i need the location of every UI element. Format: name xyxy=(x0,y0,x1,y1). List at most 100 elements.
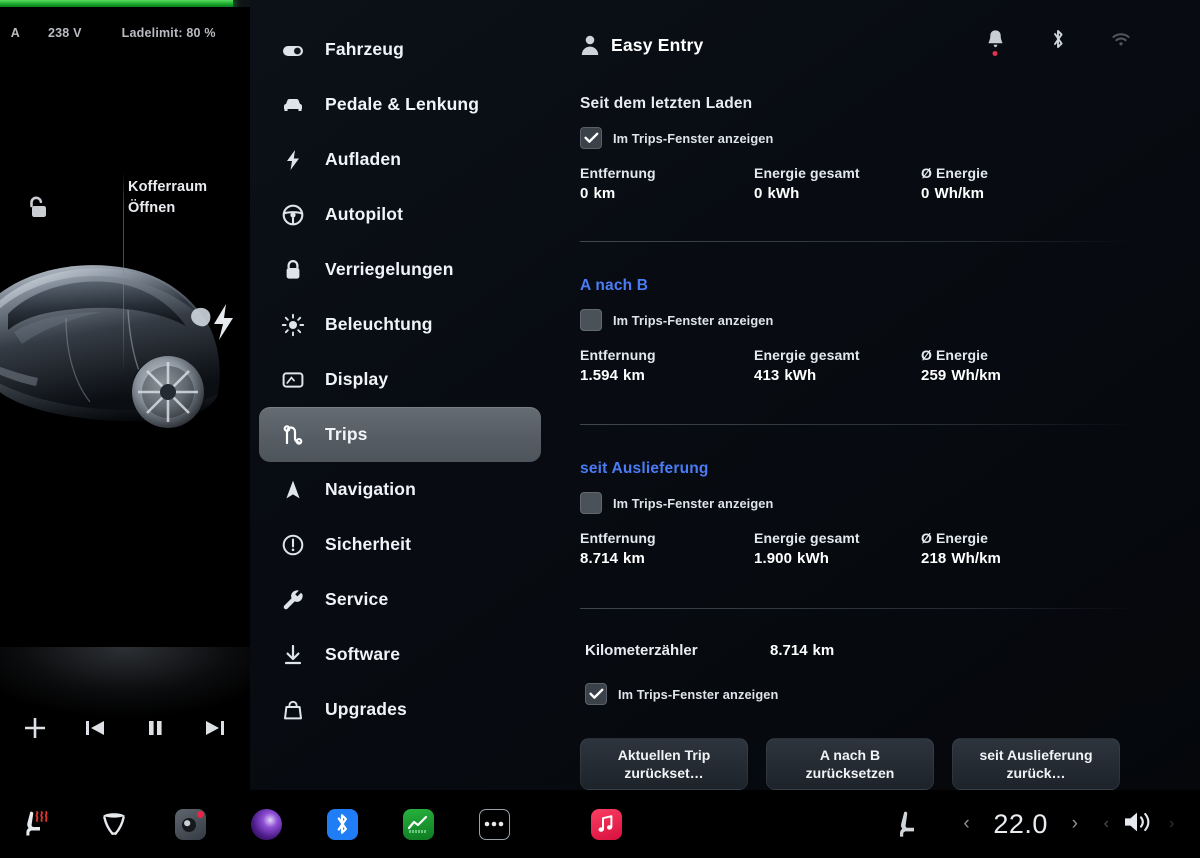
energy-app-button[interactable] xyxy=(380,790,456,858)
show-in-trips-label: Im Trips-Fenster anzeigen xyxy=(613,495,774,511)
music-app-icon xyxy=(590,808,622,840)
sidebar-label: Service xyxy=(325,589,389,609)
profile-name[interactable]: Easy Entry xyxy=(611,35,703,56)
download-icon xyxy=(281,643,305,667)
reset-a-to-b-button[interactable]: A nach Bzurücksetzen xyxy=(766,738,934,790)
stat-label: Entfernung xyxy=(580,165,656,181)
sidebar-item-fahrzeug[interactable]: Fahrzeug xyxy=(259,22,541,77)
amperage-readout: A xyxy=(10,26,20,40)
section-title[interactable]: seit Auslieferung xyxy=(580,460,1180,478)
wiper-button[interactable] xyxy=(76,790,152,858)
sidebar-item-beleuchtung[interactable]: Beleuchtung xyxy=(259,297,541,352)
sidebar-label: Upgrades xyxy=(325,699,407,719)
section-title: Seit dem letzten Laden xyxy=(580,95,753,112)
odometer-show-in-trips-label: Im Trips-Fenster anzeigen xyxy=(618,686,779,702)
sidebar-label: Display xyxy=(325,369,389,389)
notifications-bell-icon[interactable] xyxy=(984,26,1006,56)
sidebar-item-pedale[interactable]: Pedale & Lenkung xyxy=(259,77,541,132)
next-track-button[interactable] xyxy=(198,711,232,745)
show-in-trips-label: Im Trips-Fenster anzeigen xyxy=(613,130,774,146)
media-orb-button[interactable] xyxy=(228,790,304,858)
odometer-show-in-trips-checkbox[interactable] xyxy=(585,683,607,705)
stat-total-energy: Energie gesamt 1.900 kWh xyxy=(754,530,921,567)
bluetooth-icon[interactable] xyxy=(1047,26,1069,52)
media-orb-icon xyxy=(250,808,282,840)
volume-increase-button[interactable]: › xyxy=(1169,815,1174,833)
trunk-label-line1: Kofferraum xyxy=(128,179,208,195)
temp-decrease-button[interactable]: ‹ xyxy=(963,813,969,835)
stat-value: 8.714 km xyxy=(580,550,645,567)
stat-label: Ø Energie xyxy=(921,347,989,363)
steering-icon xyxy=(281,203,305,227)
sidebar-item-upgrades[interactable]: Upgrades xyxy=(259,682,541,737)
sidebar-item-navigation[interactable]: Navigation xyxy=(259,462,541,517)
panel-divider xyxy=(123,172,124,372)
stat-label: Energie gesamt xyxy=(754,347,860,363)
section-divider xyxy=(580,241,1135,242)
stat-total-energy: Energie gesamt 413 kWh xyxy=(754,347,921,384)
stat-label: Entfernung xyxy=(580,347,656,363)
lock-icon xyxy=(281,258,305,282)
dashcam-button[interactable] xyxy=(152,790,228,858)
sidebar-item-autopilot[interactable]: Autopilot xyxy=(259,187,541,242)
stat-avg-energy: Ø Energie 259 Wh/km xyxy=(921,347,1001,384)
sidebar-item-aufladen[interactable]: Aufladen xyxy=(259,132,541,187)
show-in-trips-checkbox[interactable] xyxy=(580,492,602,514)
volume-icon[interactable] xyxy=(1122,808,1156,841)
sidebar-item-verriegelungen[interactable]: Verriegelungen xyxy=(259,242,541,297)
add-to-favorites-button[interactable] xyxy=(18,711,52,745)
bolt-icon xyxy=(281,148,305,172)
navigation-icon xyxy=(281,478,305,502)
sidebar-label: Software xyxy=(325,644,401,664)
volume-decrease-button[interactable]: ‹ xyxy=(1104,815,1109,833)
odometer-value: 8.714 km xyxy=(770,642,835,659)
play-pause-button[interactable] xyxy=(138,711,172,745)
previous-track-button[interactable] xyxy=(78,711,112,745)
sidebar-item-display[interactable]: Display xyxy=(259,352,541,407)
stat-distance: Entfernung 0 km xyxy=(580,165,754,202)
sidebar-item-sicherheit[interactable]: Sicherheit xyxy=(259,517,541,572)
settings-panel: Fahrzeug Pedale & Lenkung Aufladen Autop… xyxy=(250,0,1200,790)
show-in-trips-checkbox[interactable] xyxy=(580,309,602,331)
reset-current-trip-button[interactable]: Aktuellen Trip zurückset… xyxy=(580,738,748,790)
temperature-value[interactable]: 22.0 xyxy=(984,809,1058,840)
section-divider xyxy=(580,608,1135,609)
show-in-trips-checkbox[interactable] xyxy=(580,127,602,149)
charge-bolt-icon xyxy=(214,304,233,340)
stat-label: Energie gesamt xyxy=(754,165,860,181)
alert-circle-icon xyxy=(281,533,305,557)
sidebar-label: Aufladen xyxy=(325,149,402,169)
sidebar-item-trips[interactable]: Trips xyxy=(259,407,541,462)
stat-value: 1.594 km xyxy=(580,367,645,384)
trunk-open-label: Kofferraum Öffnen xyxy=(128,177,248,219)
show-in-trips-row[interactable]: Im Trips-Fenster anzeigen xyxy=(580,309,1180,331)
stat-value: 1.900 kWh xyxy=(754,550,830,567)
show-in-trips-row[interactable]: Im Trips-Fenster anzeigen xyxy=(580,492,1180,514)
charge-progress-fill xyxy=(0,0,233,7)
voltage-readout: 238 V xyxy=(48,26,82,40)
car-toggle-icon xyxy=(281,38,305,62)
trip-stats: Entfernung 8.714 km Energie gesamt 1.900 k… xyxy=(580,530,1180,567)
trip-section-since-last-charge: Seit dem letzten Laden Im Trips-Fenster … xyxy=(580,95,1180,202)
odometer-show-in-trips-row[interactable]: Im Trips-Fenster anzeigen xyxy=(585,683,778,705)
bluetooth-app-button[interactable] xyxy=(304,790,380,858)
sidebar-item-service[interactable]: Service xyxy=(259,572,541,627)
vehicle-panel: A 238 V Ladelimit: 80 % Kofferraum Öffne… xyxy=(0,7,250,790)
sidebar-label: Verriegelungen xyxy=(325,259,454,279)
trip-stats: Entfernung 1.594 km Energie gesamt 413 kWh… xyxy=(580,347,1180,384)
sidebar-item-software[interactable]: Software xyxy=(259,627,541,682)
seat-climate-button[interactable] xyxy=(853,809,963,839)
stat-avg-energy: Ø Energie 218 Wh/km xyxy=(921,530,1001,567)
section-title[interactable]: A nach B xyxy=(580,277,1180,295)
trunk-open-control[interactable]: Kofferraum Öffnen xyxy=(10,172,240,372)
music-app-button[interactable] xyxy=(568,790,644,858)
wifi-icon[interactable] xyxy=(1110,26,1132,52)
show-in-trips-row[interactable]: Im Trips-Fenster anzeigen xyxy=(580,127,1180,149)
sidebar-label: Trips xyxy=(325,424,368,444)
reset-since-delivery-button[interactable]: seit Auslieferung zurück… xyxy=(952,738,1120,790)
seat-heater-button[interactable] xyxy=(0,790,76,858)
sidebar-label: Pedale & Lenkung xyxy=(325,94,480,114)
stat-value: 0 Wh/km xyxy=(921,185,985,202)
more-apps-button[interactable] xyxy=(456,790,532,858)
stat-distance: Entfernung 1.594 km xyxy=(580,347,754,384)
